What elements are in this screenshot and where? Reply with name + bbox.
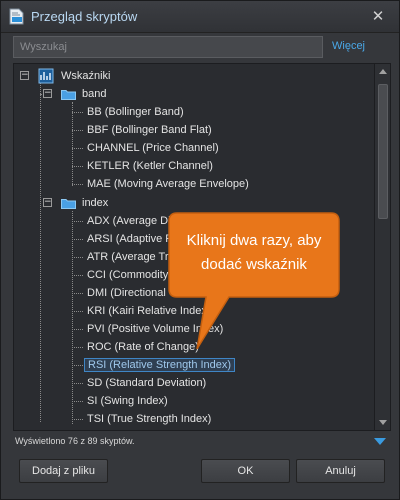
collapse-icon[interactable]: − — [43, 198, 52, 207]
tree-root-label: Wskaźniki — [61, 70, 111, 82]
tree-item[interactable]: CCI (Commodity — [84, 266, 171, 284]
tree-guide-line — [72, 383, 83, 384]
script-browser-window: Przegląd skryptów ✕ Więcej − Wskaźniki − — [0, 0, 400, 500]
tree-item[interactable]: RSI (Relative Strength Index) — [84, 356, 236, 374]
tree-group-index[interactable]: − index — [14, 194, 214, 212]
tree-item-label: PVI (Positive Volume Index) — [87, 323, 224, 335]
tree-item-label: KETLER (Ketler Channel) — [87, 160, 213, 172]
tree-item-label: MAE (Moving Average Envelope) — [87, 178, 249, 190]
tree-guide-line — [72, 419, 83, 420]
tree-guide-line — [72, 239, 83, 240]
collapse-icon[interactable]: − — [43, 89, 52, 98]
more-link[interactable]: Więcej — [332, 40, 365, 52]
tree-guide-line — [72, 275, 83, 276]
scroll-down-icon[interactable] — [379, 420, 387, 425]
tree-item-label: TSI (True Strength Index) — [87, 413, 212, 425]
search-input[interactable] — [13, 36, 323, 58]
collapse-icon[interactable]: − — [20, 71, 29, 80]
script-document-icon — [9, 8, 25, 25]
tree-item-label: BB (Bollinger Band) — [87, 106, 184, 118]
tree-item[interactable]: TSI (True Strength Index) — [84, 410, 214, 428]
tree-item-label: ATR (Average Tru — [87, 251, 175, 263]
tree-item[interactable]: PVI (Positive Volume Index) — [84, 320, 226, 338]
script-tree: − Wskaźniki − band BB (Bollinger Band) BB… — [13, 63, 391, 431]
ok-button[interactable]: OK — [201, 459, 290, 483]
tree-item-label: ROC (Rate of Change) — [87, 341, 199, 353]
tree-item-label: CCI (Commodity — [87, 269, 169, 281]
tree-item[interactable]: DMI (Directional — [84, 284, 169, 302]
tree-guide-line — [72, 130, 83, 131]
tree-item[interactable]: SD (Standard Deviation) — [84, 374, 209, 392]
tree-guide-line — [40, 82, 41, 422]
tree-item[interactable]: KETLER (Ketler Channel) — [84, 157, 216, 175]
tree-item-label: SI (Swing Index) — [87, 395, 168, 407]
tree-guide-line — [72, 166, 83, 167]
tree-item[interactable]: BBF (Bollinger Band Flat) — [84, 121, 215, 139]
tree-item[interactable]: ROC (Rate of Change) — [84, 338, 202, 356]
cancel-button[interactable]: Anuluj — [296, 459, 385, 483]
indicators-icon — [38, 68, 54, 84]
tree-item[interactable]: SI (Swing Index) — [84, 392, 171, 410]
tree-item-label: KRI (Kairi Relative Index — [87, 305, 207, 317]
tree-item[interactable]: KRI (Kairi Relative Index — [84, 302, 210, 320]
title-bar: Przegląd skryptów ✕ — [1, 1, 399, 33]
tree-item[interactable]: MAE (Moving Average Envelope) — [84, 175, 252, 193]
tree-item-label: RSI (Relative Strength Index) — [84, 358, 236, 372]
add-from-file-button[interactable]: Dodaj z pliku — [19, 459, 108, 483]
tree-guide-line — [72, 102, 73, 186]
close-icon[interactable]: ✕ — [370, 9, 386, 25]
tree-guide-line — [72, 347, 83, 348]
tree-item-label: CHANNEL (Price Channel) — [87, 142, 219, 154]
status-text: Wyświetlono 76 z 89 skyptów. — [15, 436, 135, 446]
tree-item-label: BBF (Bollinger Band Flat) — [87, 124, 212, 136]
window-title: Przegląd skryptów — [31, 9, 138, 24]
tree-group-label: index — [82, 197, 109, 209]
tree-guide-line — [72, 184, 83, 185]
tree-item-label: DMI (Directional — [87, 287, 166, 299]
tree-group-label: band — [82, 88, 107, 100]
tree-guide-line — [72, 365, 83, 366]
folder-icon — [61, 197, 76, 209]
tree-scrollbar[interactable] — [374, 64, 390, 430]
scroll-up-icon[interactable] — [379, 69, 387, 74]
tree-guide-line — [72, 148, 83, 149]
chevron-down-icon[interactable] — [374, 438, 386, 445]
tree-item[interactable]: ARSI (Adaptive R — [84, 230, 176, 248]
tree-item-label: ADX (Average Di — [87, 215, 171, 227]
tree-item[interactable]: ADX (Average Di — [84, 212, 174, 230]
tree-item[interactable]: BB (Bollinger Band) — [84, 103, 187, 121]
tree-guide-line — [72, 221, 83, 222]
tree-guide-line — [72, 112, 83, 113]
tree-guide-line — [72, 311, 83, 312]
tree-item-label: ARSI (Adaptive R — [87, 233, 174, 245]
tree-item[interactable]: CHANNEL (Price Channel) — [84, 139, 222, 157]
tree-guide-line — [72, 401, 83, 402]
tree-guide-line — [72, 211, 73, 424]
tree-root[interactable]: − Wskaźniki — [14, 67, 214, 85]
tree-group-band[interactable]: − band — [14, 85, 214, 103]
scroll-thumb[interactable] — [378, 84, 388, 219]
folder-icon — [61, 88, 76, 100]
tree-guide-line — [72, 329, 83, 330]
tree-guide-line — [72, 293, 83, 294]
tree-guide-line — [72, 257, 83, 258]
tree-item[interactable]: ATR (Average Tru — [84, 248, 178, 266]
tree-item-label: SD (Standard Deviation) — [87, 377, 207, 389]
